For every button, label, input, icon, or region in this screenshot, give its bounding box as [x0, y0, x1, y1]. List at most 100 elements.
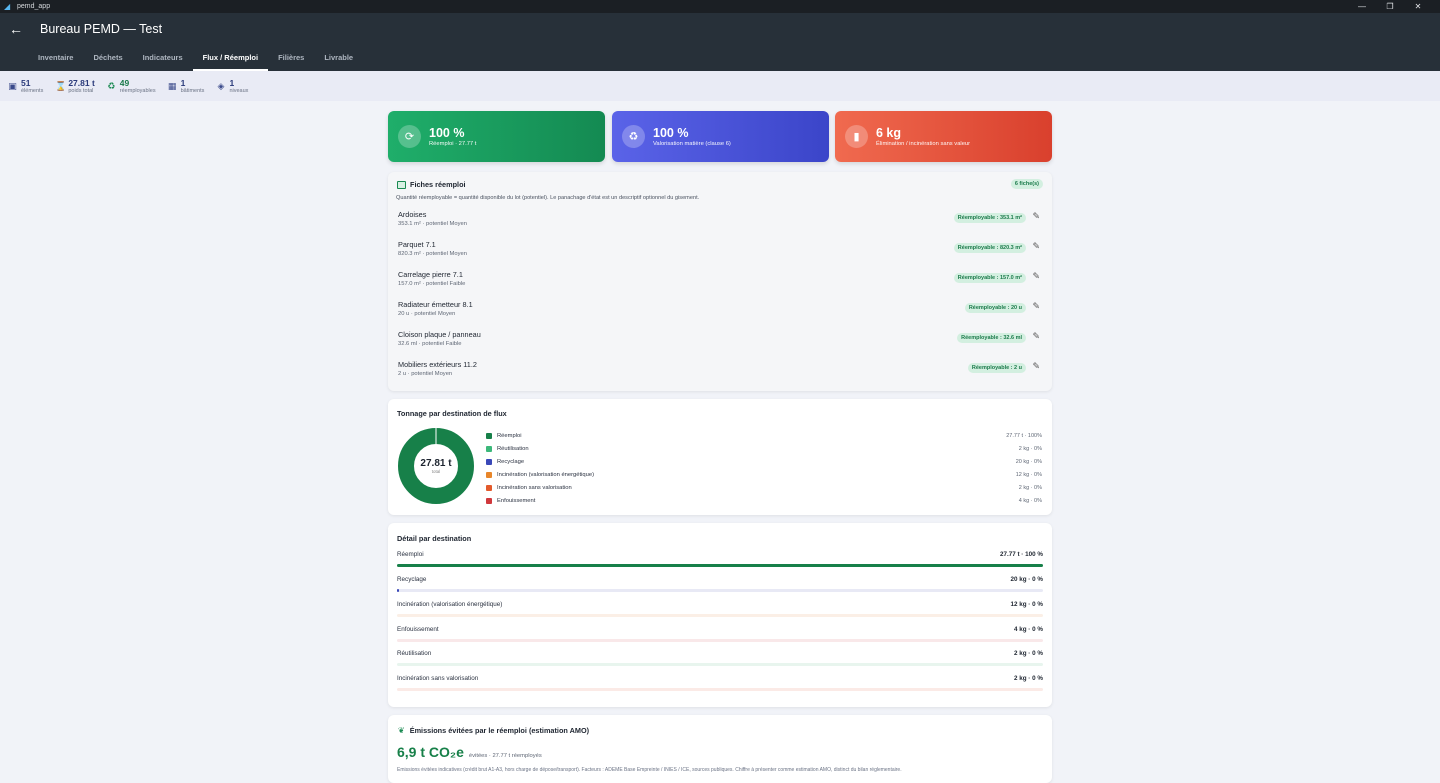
- detail-destination-card: Détail par destination Réemploi 27.77 t …: [388, 523, 1052, 707]
- recycle-icon: ♻: [107, 80, 116, 91]
- close-button[interactable]: ✕: [1404, 0, 1432, 13]
- tab-bar: Inventaire Déchets Indicateurs Flux / Ré…: [28, 49, 363, 71]
- stat-niveaux: ◈ 1 niveaux: [216, 71, 248, 101]
- edit-icon[interactable]: ✎: [1032, 211, 1040, 222]
- edit-icon[interactable]: ✎: [1032, 271, 1040, 282]
- legend-item: Réutilisation 2 kg · 0%: [486, 443, 1044, 456]
- reemployable-badge: Réemployable : 157.0 m²: [953, 273, 1026, 283]
- tab-livrable[interactable]: Livrable: [314, 49, 363, 71]
- fiche-sub: 32.6 ml · potentiel Faible: [398, 341, 462, 347]
- scale-icon: ⌛: [55, 80, 67, 91]
- progress-fill: [397, 564, 1043, 567]
- stat-value: 27.81 t: [68, 77, 95, 88]
- tab-inventaire[interactable]: Inventaire: [28, 49, 83, 71]
- destination-row: Réemploi 27.77 t · 100 %: [397, 551, 1043, 571]
- summary-label: Réemploi · 27.77 t: [429, 140, 477, 147]
- stat-reemployables: ♻ 49 réemployables: [107, 71, 156, 101]
- progress-track: [397, 639, 1043, 642]
- maximize-button[interactable]: ❐: [1376, 0, 1404, 13]
- fiches-count-badge: 6 fiche(s): [1010, 179, 1043, 189]
- fiche-sub: 820.3 m² · potentiel Moyen: [398, 251, 467, 257]
- tab-indicateurs[interactable]: Indicateurs: [133, 49, 193, 71]
- summary-value: 100 %: [653, 125, 689, 140]
- destination-row: Enfouissement 4 kg · 0 %: [397, 626, 1043, 646]
- destination-row: Recyclage 20 kg · 0 %: [397, 576, 1043, 596]
- fiche-item[interactable]: Mobiliers extérieurs 11.2 2 u · potentie…: [398, 360, 1042, 382]
- legend-name: Incinération (valorisation énergétique): [497, 472, 594, 479]
- layers-icon: ◈: [217, 80, 225, 91]
- fiche-item[interactable]: Parquet 7.1 820.3 m² · potentiel Moyen R…: [398, 240, 1042, 262]
- emissions-header: ❦ Émissions évitées par le réemploi (est…: [398, 726, 589, 735]
- legend-item: Enfouissement 4 kg · 0%: [486, 494, 1044, 507]
- legend-value: 20 kg · 0%: [1015, 459, 1042, 466]
- edit-icon[interactable]: ✎: [1032, 361, 1040, 372]
- fiches-description: Quantité réemployable = quantité disponi…: [396, 195, 700, 201]
- page-title: Bureau PEMD — Test: [40, 22, 163, 36]
- destination-name: Réutilisation: [397, 650, 432, 657]
- destination-row: Incinération (valorisation énergétique) …: [397, 601, 1043, 621]
- destination-value: 12 kg · 0 %: [1010, 601, 1043, 608]
- fiche-name: Radiateur émetteur 8.1: [398, 300, 473, 309]
- legend-value: 12 kg · 0%: [1015, 472, 1042, 479]
- leaf-icon: ❦: [398, 726, 405, 735]
- tab-flux-reemploi[interactable]: Flux / Réemploi: [192, 49, 269, 71]
- arrow-left-icon[interactable]: ←: [9, 21, 23, 37]
- reemployable-badge: Réemployable : 820.3 m²: [953, 243, 1026, 253]
- fiches-title: Fiches réemploi: [410, 180, 466, 189]
- reemployable-badge: Réemployable : 353.1 m²: [953, 213, 1026, 223]
- legend-swatch: [486, 446, 492, 453]
- edit-icon[interactable]: ✎: [1032, 301, 1040, 312]
- legend-name: Enfouissement: [497, 497, 536, 504]
- window-titlebar: ◢ pemd_app — ❐ ✕: [0, 0, 1440, 13]
- legend-value: 2 kg · 0%: [1018, 485, 1042, 491]
- stat-label: bâtiments: [180, 87, 205, 94]
- stat-label: réemployables: [119, 87, 156, 94]
- fiches-header: Fiches réemploi: [397, 180, 466, 189]
- legend-name: Réutilisation: [497, 446, 529, 453]
- destination-name: Recyclage: [397, 576, 427, 583]
- legend-name: Réemploi: [497, 433, 522, 440]
- fiche-name: Cloison plaque / panneau: [398, 330, 481, 339]
- flutter-logo-icon: ◢: [4, 1, 11, 11]
- legend-value: 4 kg · 0%: [1018, 497, 1042, 504]
- progress-track: [397, 564, 1043, 567]
- tonnage-legend: Réemploi 27.77 t · 100% Réutilisation 2 kg…: [486, 430, 1044, 507]
- destination-value: 2 kg · 0 %: [1013, 675, 1043, 682]
- progress-track: [397, 589, 1043, 592]
- progress-fill: [397, 589, 399, 592]
- tonnage-title: Tonnage par destination de flux: [397, 409, 507, 418]
- minimize-button[interactable]: —: [1348, 0, 1376, 13]
- stats-bar: ▣ 51 éléments ⌛ 27.81 t poids total ♻ 49 ré…: [0, 71, 1440, 101]
- summary-label: Élimination / incinération sans valeur: [876, 140, 971, 147]
- summary-card-elimination: ▮ 6 kg Élimination / incinération sans va…: [835, 111, 1052, 162]
- stat-label: poids total: [68, 87, 94, 94]
- stat-value: 1: [229, 77, 235, 88]
- window-title: pemd_app: [17, 3, 51, 10]
- window-controls: — ❐ ✕: [1348, 0, 1432, 13]
- app-bar: ← Bureau PEMD — Test Inventaire Déchets …: [0, 13, 1440, 71]
- donut-total-value: 27.81 t: [420, 458, 452, 469]
- fiche-sub: 157.0 m² · potentiel Faible: [398, 281, 466, 287]
- legend-swatch: [486, 433, 492, 440]
- box-icon: ▣: [8, 80, 17, 91]
- edit-icon[interactable]: ✎: [1032, 331, 1040, 342]
- legend-value: 27.77 t · 100%: [1006, 433, 1042, 440]
- fiche-name: Parquet 7.1: [398, 240, 436, 249]
- legend-item: Incinération (valorisation énergétique) 1…: [486, 469, 1044, 482]
- fiche-item[interactable]: Cloison plaque / panneau 32.6 ml · poten…: [398, 330, 1042, 352]
- summary-card-reemploi: ⟳ 100 % Réemploi · 27.77 t: [388, 111, 605, 162]
- edit-icon[interactable]: ✎: [1032, 241, 1040, 252]
- legend-item: Incinération sans valorisation 2 kg · 0%: [486, 482, 1044, 495]
- destination-name: Incinération (valorisation énergétique): [397, 601, 503, 608]
- fiche-item[interactable]: Carrelage pierre 7.1 157.0 m² · potentie…: [398, 270, 1042, 292]
- destination-value: 4 kg · 0 %: [1013, 626, 1043, 633]
- fiches-reemploi-card: Fiches réemploi 6 fiche(s) Quantité réem…: [388, 172, 1052, 391]
- fiche-item[interactable]: Radiateur émetteur 8.1 20 u · potentiel …: [398, 300, 1042, 322]
- tab-filieres[interactable]: Filières: [268, 49, 314, 71]
- destination-value: 2 kg · 0 %: [1013, 650, 1043, 657]
- legend-swatch: [486, 472, 492, 479]
- legend-name: Incinération sans valorisation: [497, 485, 572, 491]
- fiche-item[interactable]: Ardoises 353.1 m² · potentiel Moyen Réem…: [398, 210, 1042, 232]
- tab-dechets[interactable]: Déchets: [83, 49, 132, 71]
- destination-row: Incinération sans valorisation 2 kg · 0 …: [397, 675, 1043, 695]
